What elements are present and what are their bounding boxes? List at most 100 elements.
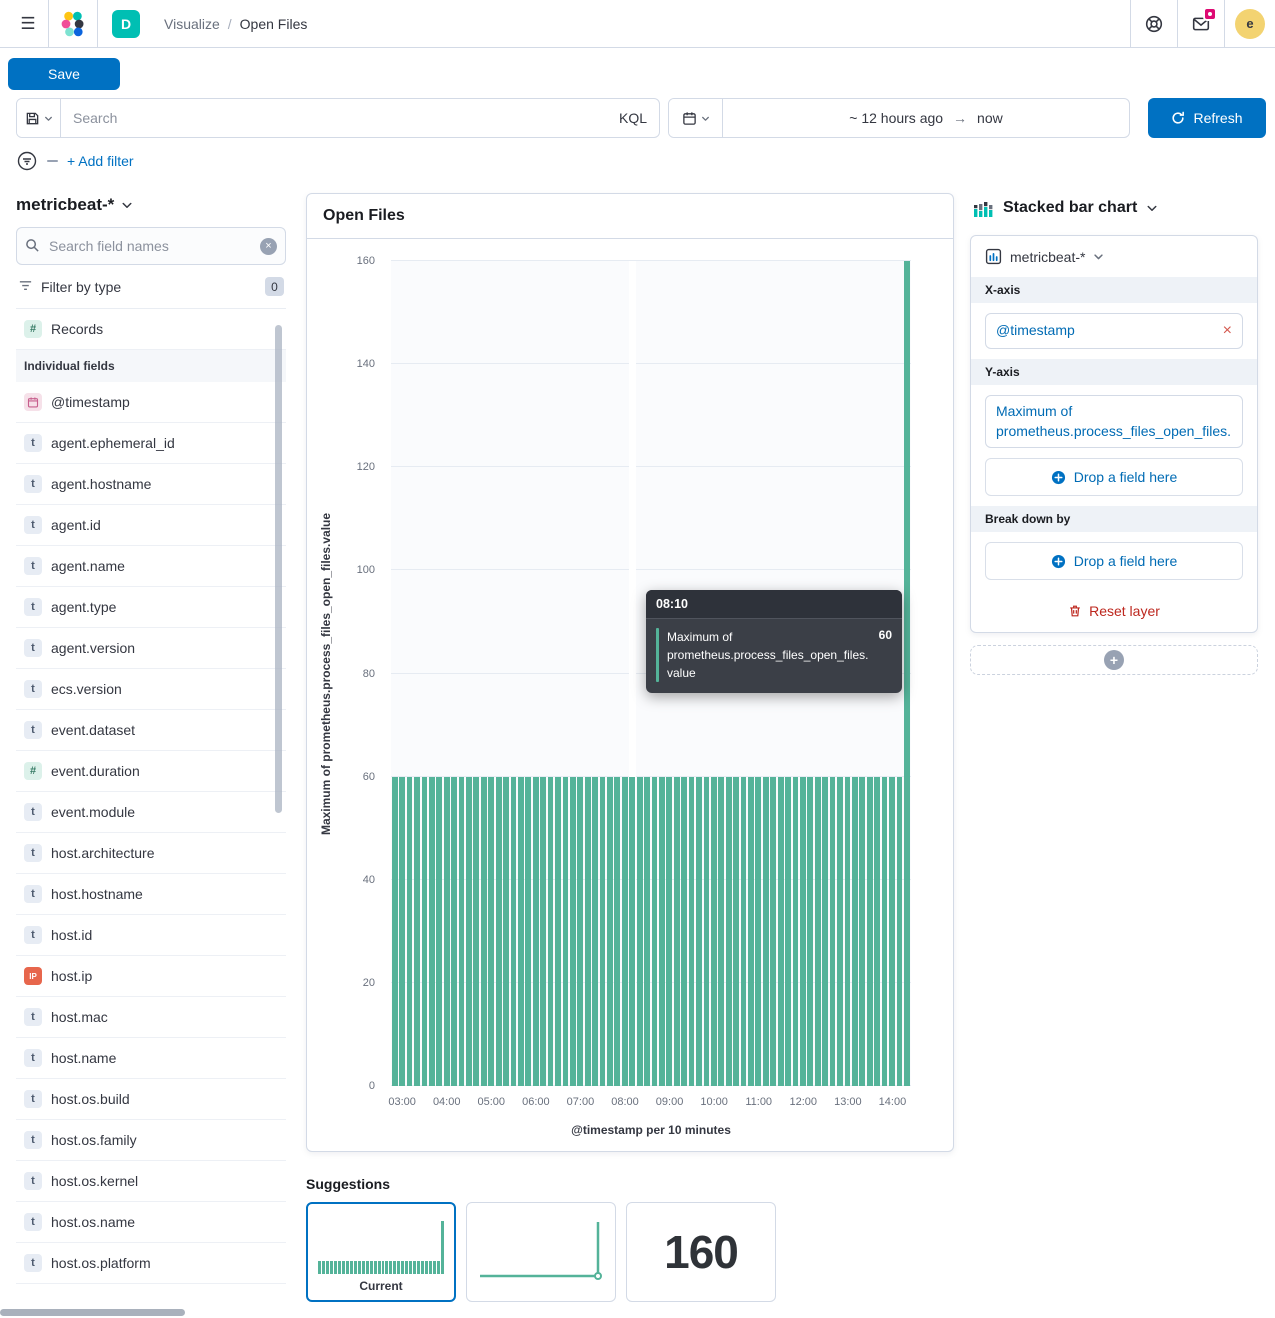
field-item[interactable]: tecs.version [16,669,286,710]
field-item[interactable]: thost.os.build [16,1079,286,1120]
field-item[interactable]: #event.duration [16,751,286,792]
field-name: host.os.name [51,1214,135,1230]
bar-slot[interactable] [562,261,569,1086]
field-item[interactable]: IPhost.ip [16,956,286,997]
date-picker-button[interactable] [669,99,723,137]
field-item[interactable]: thost.name [16,1038,286,1079]
bar-slot[interactable] [406,261,413,1086]
field-item[interactable]: tagent.version [16,628,286,669]
newsfeed-button[interactable] [1178,0,1224,48]
layer-index-pattern[interactable]: metricbeat-* [971,236,1257,277]
field-item[interactable]: thost.architecture [16,833,286,874]
bar-slot[interactable] [421,261,428,1086]
field-item[interactable]: tagent.type [16,587,286,628]
filter-by-type-row[interactable]: Filter by type 0 [16,273,286,309]
refresh-button[interactable]: Refresh [1148,98,1266,138]
bar-slot[interactable] [450,261,457,1086]
bar-slot[interactable] [436,261,443,1086]
x-axis-dimension[interactable]: @timestamp × [985,313,1243,349]
query-language-button[interactable]: KQL [607,110,659,126]
suggestion-line-chart[interactable] [466,1202,616,1302]
time-from[interactable]: ~ 12 hours ago [849,110,943,126]
bar-slot[interactable] [629,261,636,1086]
field-item[interactable]: thost.mac [16,997,286,1038]
bar-slot[interactable] [480,261,487,1086]
bar-slot[interactable] [584,261,591,1086]
time-range[interactable]: ~ 12 hours ago → now [723,99,1129,137]
bar-slot[interactable] [487,261,494,1086]
time-to[interactable]: now [977,110,1003,126]
field-item[interactable]: thost.os.name [16,1202,286,1243]
y-axis-field[interactable]: Maximum of prometheus.process_files_open… [996,402,1232,441]
string-field-icon: t [24,1254,42,1272]
bar-slot[interactable] [525,261,532,1086]
field-item[interactable]: thost.id [16,915,286,956]
clear-search-button[interactable]: × [260,238,277,255]
bar-slot[interactable] [443,261,450,1086]
bar-slot[interactable] [495,261,502,1086]
bar-slot[interactable] [517,261,524,1086]
bar-slot[interactable] [591,261,598,1086]
reset-layer-button[interactable]: Reset layer [971,590,1257,632]
bar-slot[interactable] [606,261,613,1086]
suggestion-current[interactable]: Current [306,1202,456,1302]
kibana-lens-app: ☰ D Visualize / Open Files [0,0,1275,1318]
saved-query-menu-button[interactable] [17,99,61,137]
field-item[interactable]: thost.os.family [16,1120,286,1161]
bar-slot[interactable] [547,261,554,1086]
chart-type-switcher[interactable]: Stacked bar chart [970,193,1160,235]
breadcrumb-visualize[interactable]: Visualize [164,16,220,32]
bar-slot[interactable] [458,261,465,1086]
field-item[interactable]: @timestamp [16,382,286,423]
query-input[interactable] [61,99,607,137]
bar-slot[interactable] [398,261,405,1086]
index-pattern-switcher[interactable]: metricbeat-* [16,193,133,227]
bar-slot[interactable] [502,261,509,1086]
bar-slot[interactable] [532,261,539,1086]
suggestion-metric[interactable]: 160 [626,1202,776,1302]
bar-slot[interactable] [903,261,910,1086]
bar-slot[interactable] [391,261,398,1086]
bar-slot[interactable] [539,261,546,1086]
y-axis-ticks: 020406080100120140160 [307,261,383,1086]
save-button[interactable]: Save [8,58,120,90]
add-filter-button[interactable]: + Add filter [67,153,134,169]
horizontal-scrollbar[interactable] [0,1309,185,1316]
bar-slot[interactable] [510,261,517,1086]
bar-slot[interactable] [577,261,584,1086]
sidebar-scrollbar[interactable] [275,325,282,813]
filter-options-button[interactable] [16,150,38,172]
field-item[interactable]: tagent.ephemeral_id [16,423,286,464]
field-item[interactable]: tevent.dataset [16,710,286,751]
field-item[interactable]: thost.hostname [16,874,286,915]
bar-slot[interactable] [569,261,576,1086]
add-layer-button[interactable]: + [970,645,1258,675]
bar-slot[interactable] [413,261,420,1086]
field-item[interactable]: tagent.hostname [16,464,286,505]
remove-dimension-button[interactable]: × [1215,323,1232,339]
bar-slot[interactable] [636,261,643,1086]
bar-slot[interactable] [428,261,435,1086]
field-item-records[interactable]: # Records [16,309,286,350]
space-badge[interactable]: D [112,10,140,38]
y-axis-dimension[interactable]: Maximum of prometheus.process_files_open… [985,395,1243,448]
bar-slot[interactable] [614,261,621,1086]
user-avatar[interactable]: e [1235,9,1265,39]
bar-slot[interactable] [465,261,472,1086]
bar-slot[interactable] [599,261,606,1086]
help-button[interactable] [1131,0,1177,48]
field-item[interactable]: thost.os.kernel [16,1161,286,1202]
menu-button[interactable]: ☰ [8,0,48,48]
line-chart-thumbnail [476,1214,606,1290]
field-item[interactable]: tagent.id [16,505,286,546]
y-axis-drop-zone[interactable]: Drop a field here [985,458,1243,496]
field-item[interactable]: tagent.name [16,546,286,587]
bar-slot[interactable] [621,261,628,1086]
bar-slot[interactable] [554,261,561,1086]
x-axis-field[interactable]: @timestamp [996,321,1075,341]
bar-slot[interactable] [473,261,480,1086]
field-item[interactable]: tevent.module [16,792,286,833]
breakdown-drop-zone[interactable]: Drop a field here [985,542,1243,580]
field-item[interactable]: thost.os.platform [16,1243,286,1284]
field-search-input[interactable] [16,227,286,265]
